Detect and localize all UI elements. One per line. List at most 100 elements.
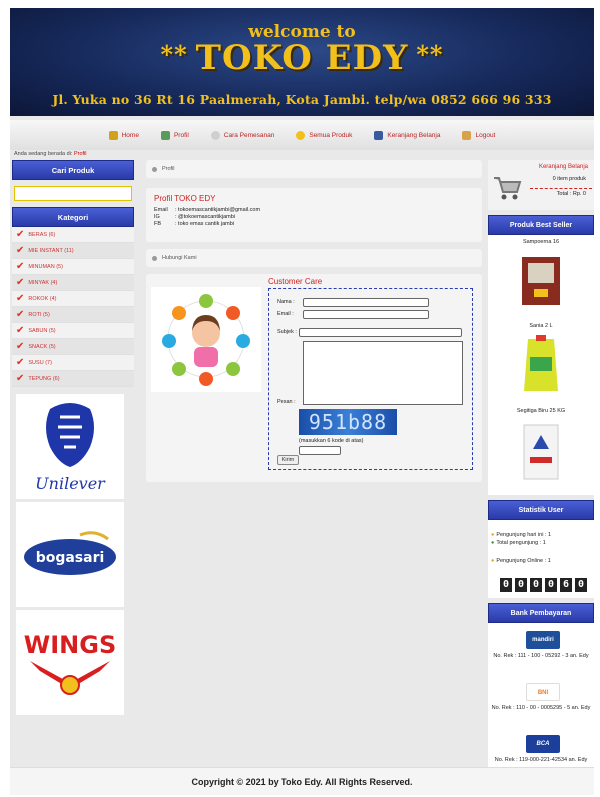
breadcrumb-current[interactable]: Profil	[74, 151, 87, 157]
svg-text:bogasari: bogasari	[36, 550, 105, 566]
contact-panel: Customer Care Nama : Email : Subjek : Pe…	[146, 274, 482, 482]
check-icon: ✔	[16, 308, 25, 320]
product-image[interactable]	[516, 333, 566, 397]
pin-icon	[152, 166, 157, 172]
nav-logout[interactable]: Logout	[462, 130, 496, 140]
subject-field[interactable]	[299, 328, 462, 337]
cart-title[interactable]: Keranjang Belanja	[539, 164, 588, 170]
store-name: TOKO EDY	[195, 38, 409, 78]
email-field[interactable]	[303, 310, 429, 319]
contact-form: Nama : Email : Subjek : Pesan : 951b88 (…	[268, 288, 473, 470]
stats-today: ● Pengunjung hari ini : 1	[491, 532, 552, 538]
cart-icon	[374, 130, 384, 140]
banner-stars-left: **	[160, 40, 188, 69]
email-label: Email :	[277, 311, 294, 317]
counter-digit: 0	[515, 578, 527, 592]
category-item[interactable]: ✔ ROKOK (4)	[12, 291, 134, 307]
unilever-logo: Unilever	[16, 394, 124, 499]
category-item[interactable]: ✔ MINYAK (4)	[12, 275, 134, 291]
bca-logo: BCA	[526, 735, 560, 753]
check-icon: ✔	[16, 356, 25, 368]
product-image[interactable]	[516, 419, 566, 483]
svg-text:Unilever: Unilever	[35, 474, 106, 493]
profile-title: Profil TOKO EDY	[154, 194, 216, 203]
nav-cara-pemesanan[interactable]: Cara Pemesanan	[210, 130, 275, 140]
category-title: Kategori	[12, 207, 134, 227]
visitor-counter: 0 0 0 0 6 0	[500, 578, 587, 592]
subject-label: Subjek :	[277, 329, 297, 335]
category-item[interactable]: ✔ SABUN (5)	[12, 323, 134, 339]
counter-digit: 0	[500, 578, 512, 592]
category-item[interactable]: ✔ TEPUNG (6)	[12, 371, 134, 387]
product-name[interactable]: Sampoerna 16	[488, 239, 594, 245]
category-item[interactable]: ✔ MIE INSTANT (11)	[12, 243, 134, 259]
category-item[interactable]: ✔ BERAS (6)	[12, 227, 134, 243]
header-banner: welcome to ** TOKO EDY ** Jl. Yuka no 36 R…	[10, 8, 594, 116]
check-icon: ✔	[16, 260, 25, 272]
check-icon: ✔	[16, 276, 25, 288]
category-item[interactable]: ✔ SNACK (5)	[12, 339, 134, 355]
nav-home[interactable]: Home	[108, 130, 139, 140]
users-icon: ●	[491, 540, 495, 546]
info-icon	[210, 130, 220, 140]
product-image[interactable]	[516, 249, 566, 313]
bank-title: Bank Pembayaran	[488, 603, 594, 623]
bni-logo: BNI	[526, 683, 560, 701]
search-title: Cari Produk	[12, 160, 134, 180]
message-field[interactable]	[303, 341, 463, 405]
bogasari-logo: bogasari	[16, 502, 124, 607]
profile-row-fb: FB: toko emas cantik jambi	[154, 221, 234, 227]
contact-header: Hubungi Kami	[146, 249, 482, 267]
check-icon: ✔	[16, 228, 25, 240]
product-name[interactable]: Segitiga Biru 25 KG	[488, 408, 594, 414]
stats-total: ● Total pengunjung : 1	[491, 540, 546, 546]
nav-keranjang[interactable]: Keranjang Belanja	[374, 130, 441, 140]
breadcrumb: Anda sedang berada di: Profil	[14, 151, 86, 157]
cart-items: 0 item produk	[552, 176, 586, 182]
page: welcome to ** TOKO EDY ** Jl. Yuka no 36 R…	[10, 8, 594, 795]
category-item[interactable]: ✔ ROTI (5)	[12, 307, 134, 323]
category-list: ✔ BERAS (6) ✔ MIE INSTANT (11) ✔ MINUMAN (5…	[12, 227, 134, 387]
category-item[interactable]: ✔ MINUMAN (5)	[12, 259, 134, 275]
nav-produk-label: Semua Produk	[309, 131, 353, 139]
nav-profil[interactable]: Profil	[160, 130, 189, 140]
nav-keranjang-label: Keranjang Belanja	[387, 131, 441, 139]
cart-divider	[530, 188, 592, 189]
banner-stars-right: **	[416, 40, 444, 69]
main-nav: Home Profil Cara Pemesanan Semua Produk …	[10, 120, 594, 150]
message-label: Pesan :	[277, 399, 296, 405]
check-icon: ✔	[16, 372, 25, 384]
stats-title: Statistik User	[488, 500, 594, 520]
profile-row-ig: IG: @tokoemascantikjambi	[154, 214, 235, 220]
product-name[interactable]: Sania 2 L	[488, 323, 594, 329]
best-seller-list: Sampoerna 16 Sania 2 L Segitiga Biru 25 …	[488, 235, 594, 495]
profil-header: Profil	[146, 160, 482, 178]
stats-box: ● Pengunjung hari ini : 1 ● Total pengunju…	[488, 520, 594, 598]
right-sidebar: Keranjang Belanja 0 item produk Total : …	[488, 160, 594, 793]
name-field[interactable]	[303, 298, 429, 307]
main-content: Profil Profil TOKO EDY Email: tokoemasca…	[146, 160, 482, 482]
brand-logos: Unilever bogasari WINGS	[12, 394, 134, 718]
captcha-image: 951b88	[299, 409, 397, 435]
stats-online: ● Pengunjung Online : 1	[491, 558, 551, 564]
wings-logo: WINGS	[16, 610, 124, 715]
check-icon: ✔	[16, 324, 25, 336]
counter-digit: 6	[560, 578, 572, 592]
nav-cara-label: Cara Pemesanan	[223, 131, 275, 139]
cart-icon	[494, 177, 522, 200]
check-icon: ✔	[16, 340, 25, 352]
nav-semua-produk[interactable]: Semua Produk	[296, 130, 353, 140]
profile-icon	[160, 130, 170, 140]
left-sidebar: Cari Produk Kategori ✔ BERAS (6) ✔ MIE INS…	[12, 160, 134, 387]
banner-title: ** TOKO EDY **	[10, 38, 594, 78]
cart-total: Total : Rp. 0	[556, 191, 586, 197]
nav-logout-label: Logout	[475, 131, 496, 139]
breadcrumb-prefix: Anda sedang berada di:	[14, 151, 73, 157]
search-input[interactable]	[14, 186, 132, 201]
cart-box: Keranjang Belanja 0 item produk Total : …	[488, 160, 594, 210]
counter-digit: 0	[575, 578, 587, 592]
captcha-field[interactable]	[299, 446, 341, 455]
category-item[interactable]: ✔ SUSU (7)	[12, 355, 134, 371]
send-button[interactable]: Kirim	[277, 455, 299, 465]
pin-icon	[152, 255, 157, 261]
